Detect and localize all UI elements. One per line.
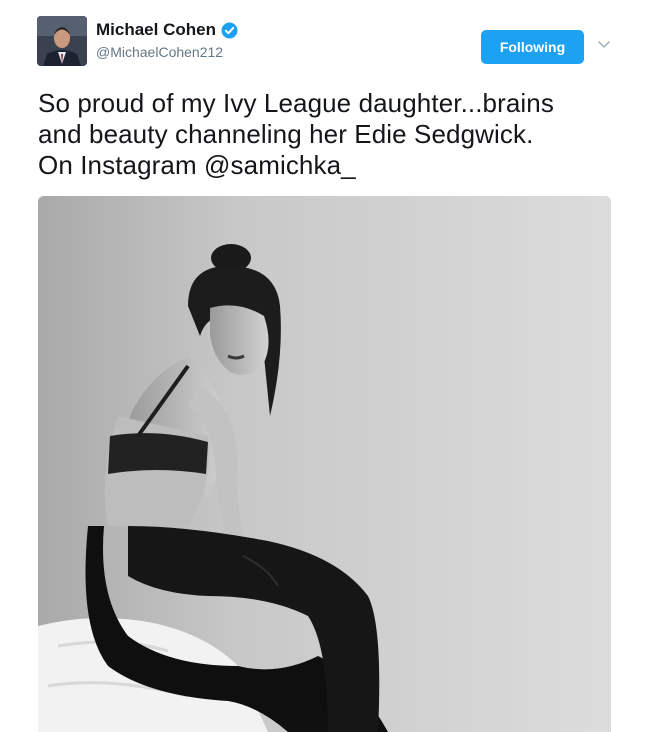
verified-badge-icon (221, 22, 238, 39)
photo-image (38, 196, 611, 732)
tweet-photo[interactable] (38, 196, 611, 732)
chevron-down-icon[interactable] (596, 38, 612, 50)
author-handle[interactable]: @MichaelCohen212 (96, 44, 223, 60)
tweet-text-line: So proud of my Ivy League daughter...bra… (38, 88, 554, 118)
author-name[interactable]: Michael Cohen (96, 20, 216, 40)
tweet-text-line: On Instagram @samichka_ (38, 150, 356, 180)
following-button[interactable]: Following (481, 30, 584, 64)
author-name-row: Michael Cohen (96, 20, 238, 40)
avatar[interactable] (37, 16, 87, 66)
tweet-card: Michael Cohen @MichaelCohen212 Following… (0, 0, 650, 732)
tweet-text-line: and beauty channeling her Edie Sedgwick. (38, 119, 534, 149)
tweet-text: So proud of my Ivy League daughter...bra… (38, 88, 628, 181)
avatar-photo (37, 16, 87, 66)
